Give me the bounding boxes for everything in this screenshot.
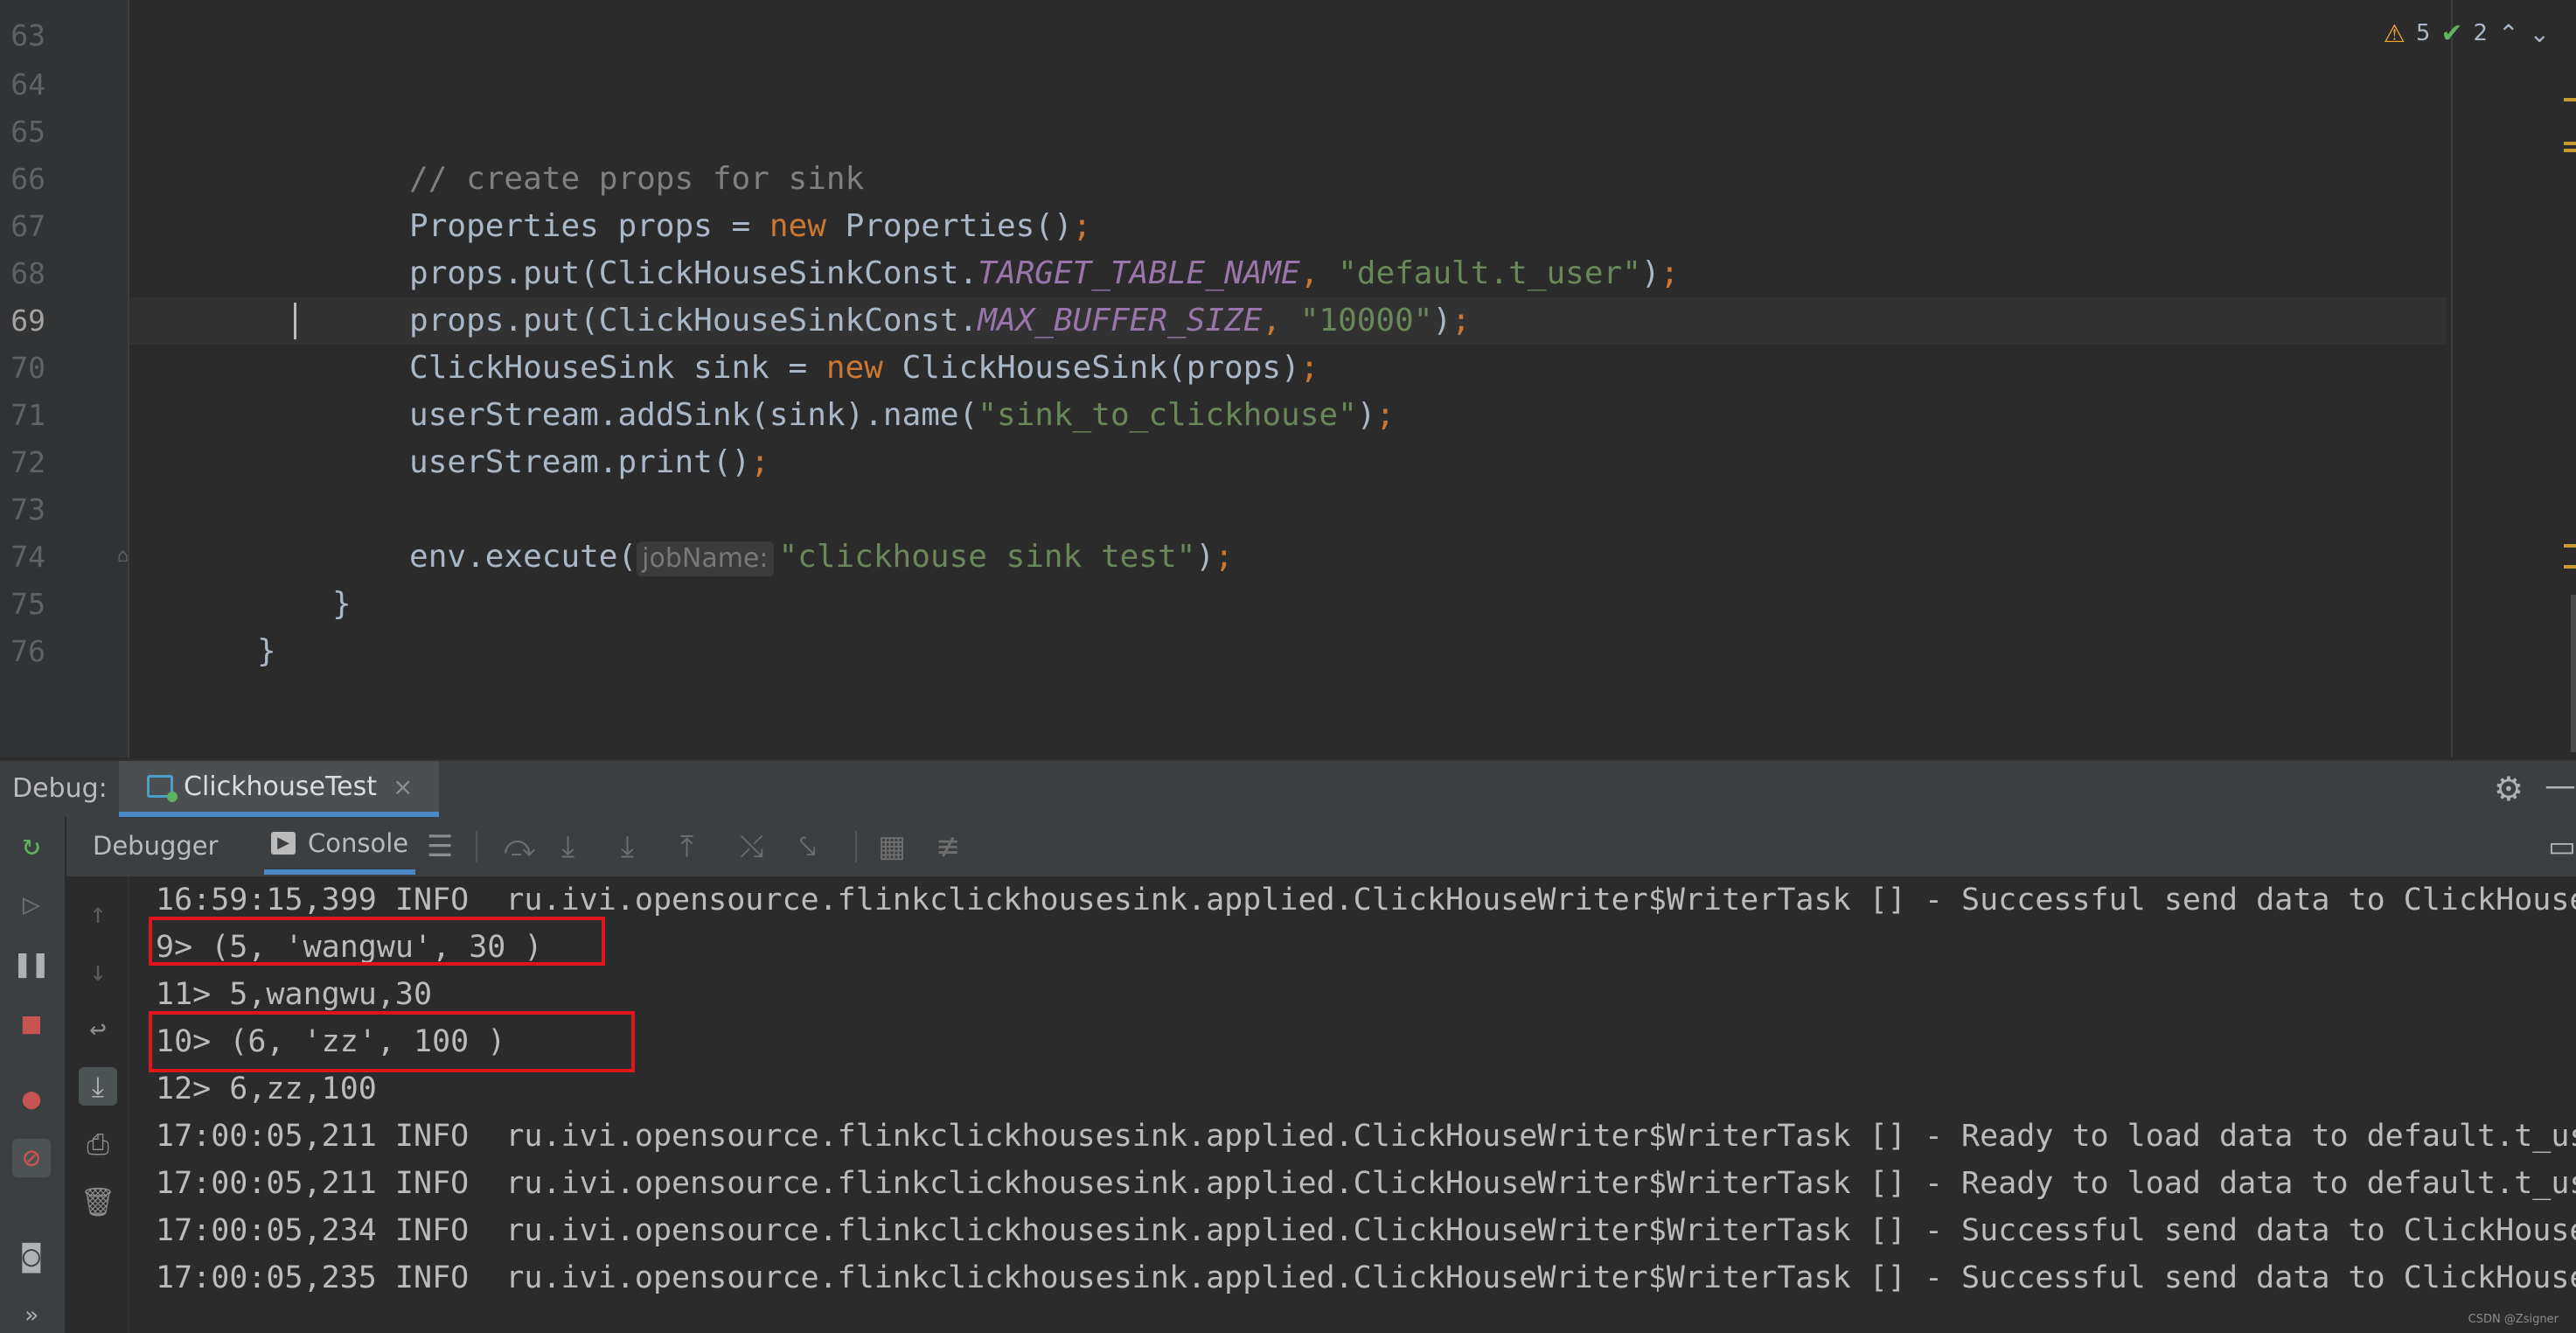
debug-session-tab-label: ClickhouseTest <box>184 771 378 802</box>
line-number: 63 <box>10 18 45 52</box>
step-over-icon[interactable]: ⤼ <box>504 829 535 864</box>
soft-wrap-icon[interactable]: ↩ <box>79 1009 117 1048</box>
resume-icon[interactable]: ▷ <box>12 885 51 924</box>
scrollbar-warning-marker[interactable] <box>2564 98 2576 101</box>
console-icon: ▶ <box>271 832 296 855</box>
scrollbar-warning-marker[interactable] <box>2564 142 2576 145</box>
watermark: CSDN @Zsigner <box>2468 1313 2559 1326</box>
mute-breakpoints-icon[interactable]: ⊘ <box>12 1139 51 1177</box>
console-line: 17:00:05,211 INFO ru.ivi.opensource.flin… <box>156 1166 2576 1201</box>
code-line-67[interactable]: props.put(ClickHouseSinkConst.TARGET_TAB… <box>296 203 1679 291</box>
fold-icon[interactable]: ⌂ <box>117 546 135 567</box>
warning-triangle-icon[interactable]: ⚠ <box>2384 19 2405 48</box>
console-line: 12> 6,zz,100 <box>156 1071 377 1106</box>
debug-session-tab[interactable]: ClickhouseTest × <box>119 761 439 817</box>
check-count: 2 <box>2473 20 2489 46</box>
double-check-icon[interactable]: ✔ <box>2440 18 2462 49</box>
code-line-65[interactable]: // create props for sink <box>296 108 864 197</box>
trace-icon[interactable]: ≢ <box>936 829 961 864</box>
view-breakpoints-icon[interactable]: ● <box>12 1079 51 1118</box>
code-line-68[interactable]: props.put(ClickHouseSinkConst.MAX_BUFFER… <box>296 250 1471 338</box>
debug-label: Debug: <box>12 773 108 804</box>
line-number: 73 <box>10 492 45 527</box>
line-number: 76 <box>10 634 45 668</box>
line-number: 68 <box>10 256 45 290</box>
parameter-hint: jobName: <box>637 541 774 576</box>
editor-scrollbar[interactable] <box>2571 595 2576 752</box>
warning-count: 5 <box>2415 20 2431 46</box>
scrollbar-warning-marker[interactable] <box>2564 565 2576 569</box>
line-number: 75 <box>10 587 45 621</box>
close-icon[interactable]: × <box>393 772 413 801</box>
step-into-icon[interactable]: ⤓ <box>561 829 574 864</box>
arrow-down-icon[interactable]: ↓ <box>79 952 117 990</box>
gear-icon[interactable]: ⚙ <box>2494 770 2524 808</box>
debug-tool-window-header: Debug: ClickhouseTest × ⚙ — <box>0 759 2576 820</box>
line-number: 72 <box>10 445 45 479</box>
console-line: 17:00:05,235 INFO ru.ivi.opensource.flin… <box>156 1260 2576 1295</box>
code-line-73[interactable]: env.execute(jobName: "clickhouse sink tes… <box>296 486 1234 576</box>
code-line-70[interactable]: userStream.addSink(sink).name("sink_to_c… <box>296 345 1395 433</box>
code-editor[interactable]: 63 64 65 66 67 68 69 70 71 72 73 74 75 7… <box>0 0 2576 757</box>
layout-settings-icon[interactable]: ▭ <box>2548 829 2576 864</box>
run-config-icon <box>147 775 178 802</box>
highlight-box <box>149 917 605 966</box>
pause-icon[interactable]: ❚❚ <box>12 945 51 983</box>
console-side-toolbar: ↑ ↓ ↩ ⤓ ⎙ 🗑 <box>66 876 129 1333</box>
force-step-into-icon[interactable]: ⤓ <box>621 829 634 864</box>
line-number: 66 <box>10 162 45 196</box>
right-margin-guide <box>2451 0 2453 757</box>
minimize-icon[interactable]: — <box>2545 768 2576 804</box>
tab-console[interactable]: ▶ Console <box>264 817 416 875</box>
step-out-icon[interactable]: ⤒ <box>680 829 693 864</box>
more-icon[interactable]: » <box>12 1296 51 1333</box>
line-number-active: 69 <box>10 304 45 338</box>
arrow-up-icon[interactable]: ↑ <box>79 894 117 932</box>
line-number: 67 <box>10 209 45 243</box>
console-output[interactable]: 16:59:15,399 INFO ru.ivi.opensource.flin… <box>129 876 2576 1333</box>
print-icon[interactable]: ⎙ <box>79 1125 117 1163</box>
highlight-box <box>149 1011 635 1072</box>
evaluate-table-icon[interactable]: ▦ <box>878 829 906 864</box>
code-line-66[interactable]: Properties props = new Properties(); <box>296 156 1091 244</box>
line-number: 74 <box>10 540 45 574</box>
list-icon[interactable]: ☰ <box>427 829 453 864</box>
debug-inner-toolbar: Debugger ▶ Console ☰ ⤼ ⤓ ⤓ ⤒ ⤯ ⤥ ▦ ≢ ▭ <box>66 817 2576 878</box>
scroll-to-end-icon[interactable]: ⤓ <box>79 1067 117 1106</box>
drop-frame-icon[interactable]: ⤯ <box>740 829 763 864</box>
camera-icon[interactable]: ◙ <box>12 1237 51 1275</box>
chevron-down-icon[interactable]: ⌄ <box>2530 19 2550 48</box>
line-number: 71 <box>10 398 45 432</box>
rerun-icon[interactable]: ↻ <box>12 826 51 864</box>
toolbar-separator <box>476 831 477 862</box>
toolbar-separator <box>855 831 857 862</box>
line-number: 64 <box>10 67 45 101</box>
debug-left-toolbar: ↻ ▷ ❚❚ ■ ● ⊘ ◙ » <box>0 817 66 1333</box>
line-number: 70 <box>10 351 45 385</box>
line-number-gutter[interactable]: 63 64 65 66 67 68 69 70 71 72 73 74 75 7… <box>0 0 129 757</box>
inspection-widget[interactable]: ⚠ 5 ✔ 2 ⌃ ⌄ <box>2384 16 2550 51</box>
code-line-75[interactable]: } <box>143 581 276 669</box>
tab-debugger[interactable]: Debugger <box>93 817 219 875</box>
code-line-74[interactable]: } <box>219 534 352 622</box>
run-to-cursor-icon[interactable]: ⤥ <box>799 829 816 864</box>
code-line-71[interactable]: userStream.print(); <box>296 392 769 480</box>
console-line: 17:00:05,211 INFO ru.ivi.opensource.flin… <box>156 1119 2576 1154</box>
console-line: 17:00:05,234 INFO ru.ivi.opensource.flin… <box>156 1213 2576 1248</box>
text-cursor <box>294 303 296 339</box>
line-number: 65 <box>10 115 45 149</box>
trash-icon[interactable]: 🗑 <box>79 1183 117 1221</box>
stop-icon[interactable]: ■ <box>12 1004 51 1043</box>
chevron-up-icon[interactable]: ⌃ <box>2498 19 2518 48</box>
scrollbar-warning-marker[interactable] <box>2564 149 2576 152</box>
code-line-69[interactable]: ClickHouseSink sink = new ClickHouseSink… <box>296 297 1319 386</box>
tab-console-label: Console <box>308 828 409 858</box>
scrollbar-warning-marker[interactable] <box>2564 544 2576 548</box>
